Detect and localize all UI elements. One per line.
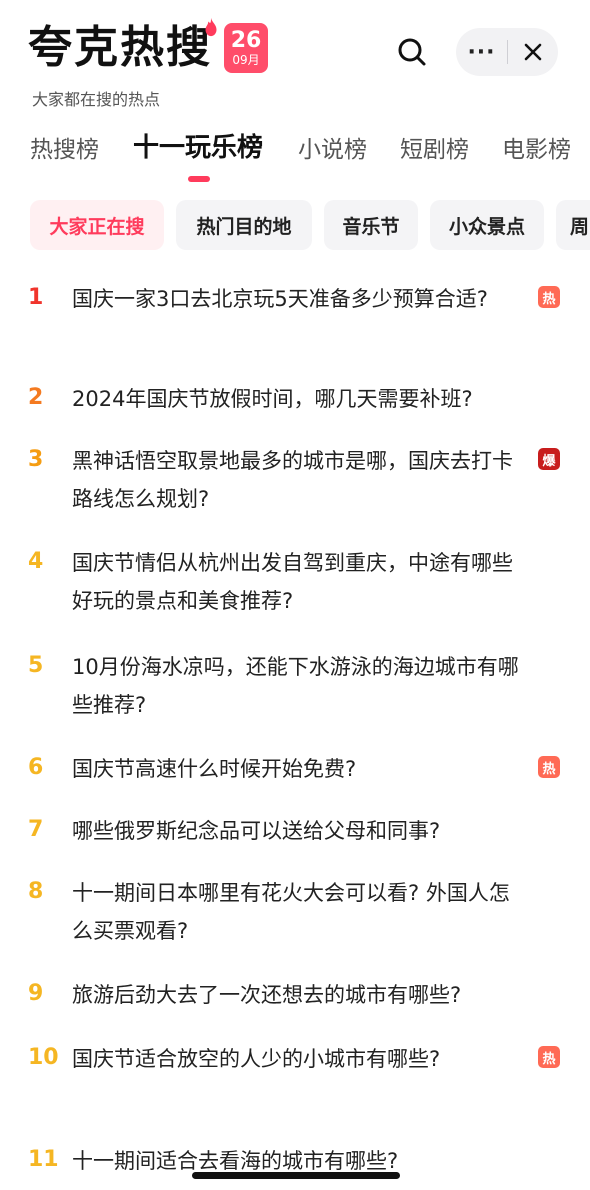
header: 夸克热搜 26 09月 大家都在搜的热点 ···: [0, 0, 590, 120]
rank-number: 4: [28, 549, 44, 574]
close-icon: [524, 43, 542, 61]
search-button[interactable]: [396, 36, 428, 68]
date-day: 26: [230, 28, 262, 53]
tab-movie[interactable]: 电影榜: [502, 134, 571, 166]
date-month: 09月: [232, 53, 260, 67]
rank-number: 1: [28, 285, 44, 310]
item-title: 10月份海水凉吗，还能下水游泳的海边城市有哪些推荐?: [72, 655, 519, 717]
chip-weekend[interactable]: 周: [556, 200, 590, 250]
rank-number: 7: [28, 817, 44, 842]
hot-tag: 热: [538, 1046, 560, 1068]
rank-number: 10: [28, 1045, 59, 1070]
tab-national-day-fun[interactable]: 十一玩乐榜: [133, 132, 263, 164]
subtitle: 大家都在搜的热点: [32, 90, 161, 109]
hot-tag: 热: [538, 286, 560, 308]
chip-niche-spots[interactable]: 小众景点: [430, 200, 544, 250]
item-title: 国庆节情侣从杭州出发自驾到重庆，中途有哪些好玩的景点和美食推荐?: [72, 551, 513, 613]
category-chips: 大家正在搜 热门目的地 音乐节 小众景点 周: [0, 200, 590, 252]
tab-hot-search[interactable]: 热搜榜: [30, 134, 99, 166]
item-title: 国庆节适合放空的人少的小城市有哪些?: [72, 1047, 441, 1071]
tab-short-drama[interactable]: 短剧榜: [400, 134, 469, 166]
rank-number: 8: [28, 879, 44, 904]
item-title: 旅游后劲大去了一次还想去的城市有哪些?: [72, 983, 462, 1007]
rank-number: 3: [28, 447, 44, 472]
tab-indicator: [188, 176, 210, 182]
more-button[interactable]: ···: [456, 28, 507, 76]
home-indicator: [192, 1172, 400, 1179]
rank-number: 5: [28, 653, 44, 678]
flame-icon: [205, 17, 217, 37]
hot-tag: 热: [538, 756, 560, 778]
chip-everyone-searching[interactable]: 大家正在搜: [30, 200, 164, 250]
logo: 夸克热搜 26 09月: [28, 17, 268, 74]
rank-number: 9: [28, 981, 44, 1006]
date-badge: 26 09月: [224, 23, 268, 73]
rank-number: 6: [28, 755, 44, 780]
boom-tag: 爆: [538, 448, 560, 470]
item-title: 十一期间日本哪里有花火大会可以看? 外国人怎么买票观看?: [72, 881, 510, 943]
item-title: 2024年国庆节放假时间，哪几天需要补班?: [72, 387, 473, 411]
chip-music-festival[interactable]: 音乐节: [324, 200, 418, 250]
mini-program-capsule: ···: [456, 28, 558, 76]
logo-text: 夸克热搜: [28, 22, 212, 73]
more-icon: ···: [467, 39, 496, 65]
search-icon: [398, 38, 426, 66]
item-title: 国庆节高速什么时候开始免费?: [72, 757, 357, 781]
item-title: 黑神话悟空取景地最多的城市是哪，国庆去打卡路线怎么规划?: [72, 449, 513, 511]
close-button[interactable]: [508, 28, 558, 76]
item-title: 哪些俄罗斯纪念品可以送给父母和同事?: [72, 819, 441, 843]
tab-novel[interactable]: 小说榜: [298, 134, 367, 166]
chip-hot-destinations[interactable]: 热门目的地: [176, 200, 312, 250]
rank-number: 11: [28, 1147, 59, 1172]
item-title: 国庆一家3口去北京玩5天准备多少预算合适?: [72, 287, 488, 311]
ranking-tabs: 热搜榜 十一玩乐榜 小说榜 短剧榜 电影榜: [0, 128, 590, 188]
rank-number: 2: [28, 385, 44, 410]
